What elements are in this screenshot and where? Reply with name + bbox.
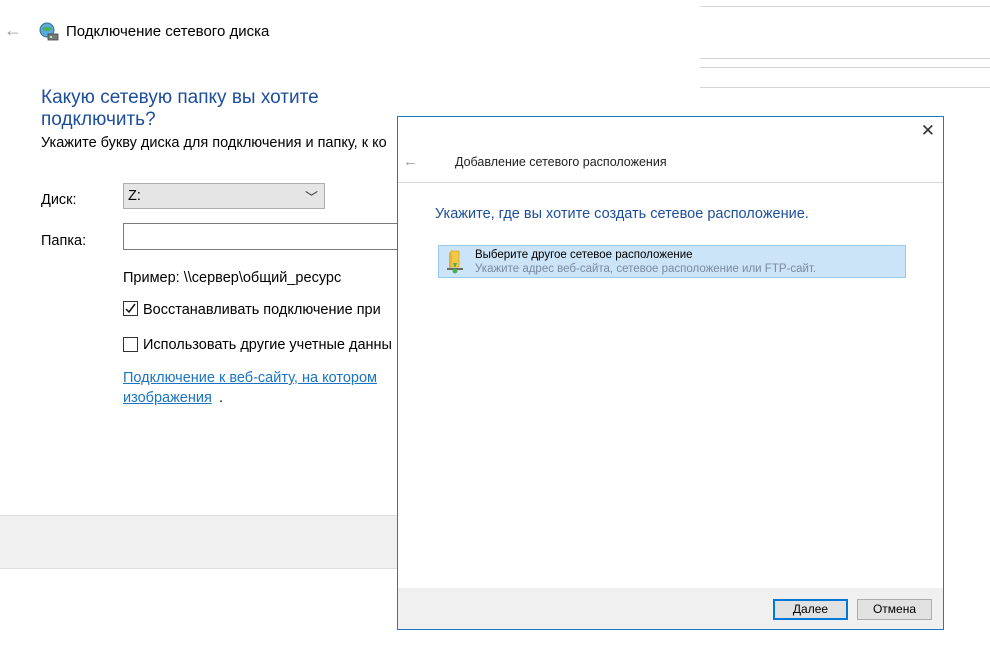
dialog-title: Добавление сетевого расположения [455, 155, 667, 169]
divider [398, 182, 943, 183]
divider [699, 6, 990, 7]
wizard-heading: Какую сетевую папку вы хотите подключить… [41, 87, 319, 130]
add-network-location-dialog: ✕ ← Добавление сетевого расположения Ука… [397, 116, 944, 630]
wizard-title: Подключение сетевого диска [66, 23, 270, 40]
network-folder-icon [447, 250, 463, 274]
back-arrow-icon[interactable]: ← [403, 153, 418, 170]
divider [699, 67, 990, 68]
website-link-continued[interactable]: изображения [123, 390, 212, 406]
divider [699, 87, 990, 88]
divider [699, 58, 990, 59]
chevron-down-icon: ﹀ [304, 190, 318, 205]
reconnect-checkbox[interactable] [123, 301, 138, 316]
checkmark-icon [125, 303, 136, 314]
choose-custom-location-option[interactable]: Выберите другое сетевое расположение Ука… [438, 245, 906, 278]
drive-select-value: Z: [128, 188, 141, 204]
drive-label: Диск: [41, 192, 77, 208]
wizard-instruction: Укажите букву диска для подключения и па… [41, 135, 387, 151]
drive-select[interactable]: Z: ﹀ [123, 183, 325, 209]
dialog-footer: Далее Отмена [398, 588, 943, 629]
website-link[interactable]: Подключение к веб-сайту, на котором [123, 370, 377, 386]
path-example: Пример: \\сервер\общий_ресурс [123, 270, 342, 286]
next-button[interactable]: Далее [773, 599, 848, 620]
close-icon[interactable]: ✕ [921, 121, 935, 141]
folder-label: Папка: [41, 233, 87, 249]
dialog-heading: Укажите, где вы хотите создать сетевое р… [435, 206, 809, 222]
cancel-button[interactable]: Отмена [857, 599, 932, 620]
link-trailing-period: . [219, 390, 224, 406]
folder-input[interactable] [123, 223, 398, 250]
option-subtitle: Укажите адрес веб-сайта, сетевое располо… [475, 263, 817, 275]
other-credentials-label: Использовать другие учетные данны [143, 337, 392, 353]
network-drive-icon [39, 22, 59, 41]
other-credentials-checkbox[interactable] [123, 337, 138, 352]
back-arrow-icon[interactable]: ← [4, 20, 22, 41]
option-title: Выберите другое сетевое расположение [475, 249, 693, 261]
reconnect-label: Восстанавливать подключение при [143, 302, 381, 318]
